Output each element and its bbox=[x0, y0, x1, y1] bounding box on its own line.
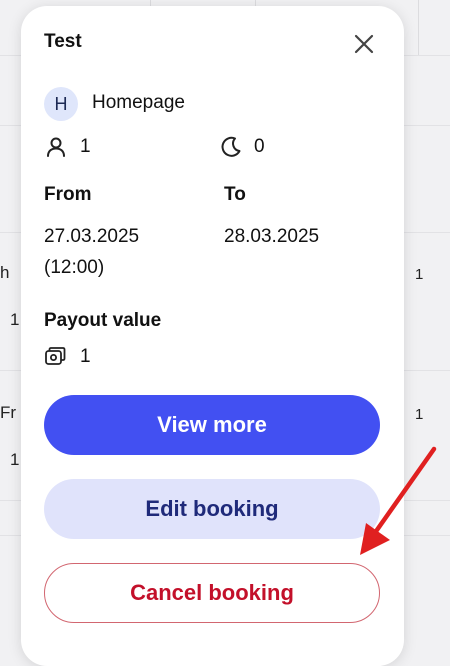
cancel-booking-button[interactable]: Cancel booking bbox=[44, 563, 380, 623]
calendar-fragment: 1 bbox=[10, 310, 20, 329]
cash-icon bbox=[45, 347, 66, 365]
from-date-value: 27.03.2025 bbox=[44, 226, 140, 247]
annotation-arrow bbox=[360, 446, 437, 555]
from-date: 27.03.2025 (12:00) bbox=[44, 221, 139, 283]
calendar-fragment: h bbox=[0, 263, 10, 282]
grid-line bbox=[418, 0, 419, 55]
moon-icon bbox=[221, 136, 241, 157]
calendar-fragment: 1 bbox=[415, 406, 424, 423]
payout-value: 1 bbox=[80, 346, 91, 367]
to-label: To bbox=[224, 184, 246, 205]
close-icon[interactable] bbox=[352, 32, 376, 56]
calendar-fragment: 1 bbox=[10, 450, 20, 469]
to-date: 28.03.2025 bbox=[224, 221, 319, 252]
calendar-fragment: Fr bbox=[0, 403, 17, 422]
to-date-value: 28.03.2025 bbox=[224, 226, 320, 247]
property-avatar: H bbox=[44, 87, 78, 121]
guest-count: 1 bbox=[80, 136, 91, 157]
property-name: Homepage bbox=[92, 92, 185, 113]
popup-title: Test bbox=[44, 31, 82, 52]
payout-label: Payout value bbox=[44, 310, 162, 331]
user-icon bbox=[47, 137, 65, 157]
edit-booking-button[interactable]: Edit booking bbox=[44, 479, 380, 539]
view-more-button[interactable]: View more bbox=[44, 395, 380, 455]
from-time-value: (12:00) bbox=[44, 257, 105, 278]
from-label: From bbox=[44, 184, 92, 205]
night-count: 0 bbox=[254, 136, 265, 157]
calendar-fragment: 1 bbox=[415, 266, 424, 283]
booking-popup: Test H Homepage 1 0 From To 27.03.2025 (… bbox=[21, 6, 404, 666]
